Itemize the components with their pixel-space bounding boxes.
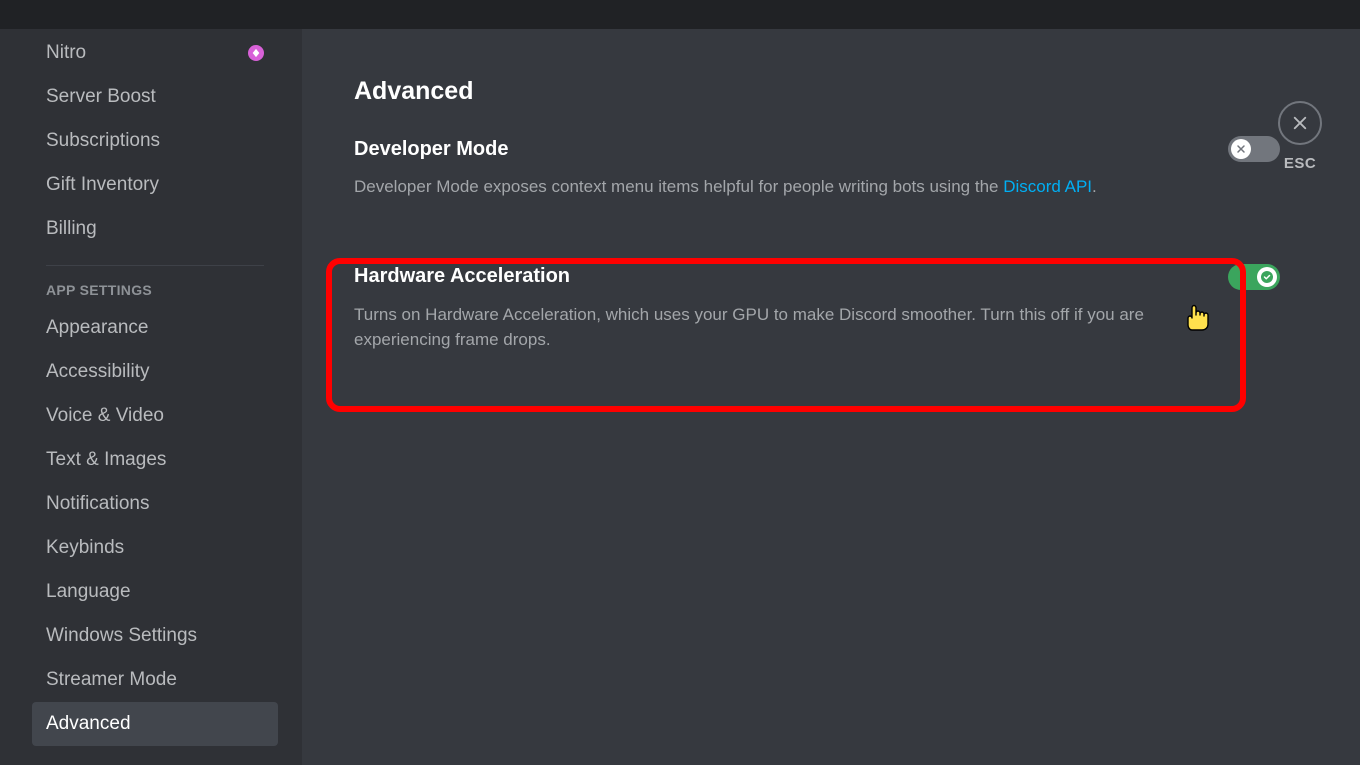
setting-developer-mode: Developer Mode Developer Mode exposes co… <box>354 136 1280 228</box>
sidebar-item-label: Voice & Video <box>46 405 164 427</box>
sidebar-item-label: Billing <box>46 218 97 240</box>
sidebar-item-nitro[interactable]: Nitro <box>32 31 278 75</box>
sidebar-item-subscriptions[interactable]: Subscriptions <box>32 119 278 163</box>
sidebar-separator <box>46 265 264 266</box>
discord-api-link[interactable]: Discord API <box>1003 177 1092 196</box>
window-titlebar <box>0 0 1360 29</box>
sidebar-item-label: Nitro <box>46 42 86 64</box>
desc-text: . <box>1092 177 1097 196</box>
sidebar-item-advanced[interactable]: Advanced <box>32 702 278 746</box>
sidebar-item-server-boost[interactable]: Server Boost <box>32 75 278 119</box>
sidebar-item-label: Advanced <box>46 713 131 735</box>
setting-description: Developer Mode exposes context menu item… <box>354 174 1154 200</box>
sidebar-item-label: Language <box>46 581 131 603</box>
sidebar-item-label: Subscriptions <box>46 130 160 152</box>
settings-sidebar: Nitro Server Boost Subscriptions Gift In… <box>0 29 302 765</box>
close-icon <box>1291 114 1309 132</box>
setting-hardware-acceleration: Hardware Acceleration Turns on Hardware … <box>354 250 1280 381</box>
sidebar-item-gift-inventory[interactable]: Gift Inventory <box>32 163 278 207</box>
sidebar-item-accessibility[interactable]: Accessibility <box>32 350 278 394</box>
sidebar-item-language[interactable]: Language <box>32 570 278 614</box>
esc-label: ESC <box>1284 155 1316 172</box>
settings-content: Advanced Developer Mode Developer Mode e… <box>302 29 1360 765</box>
sidebar-item-voice-video[interactable]: Voice & Video <box>32 394 278 438</box>
sidebar-item-label: Server Boost <box>46 86 156 108</box>
sidebar-item-label: Notifications <box>46 493 150 515</box>
sidebar-item-label: Keybinds <box>46 537 124 559</box>
sidebar-item-label: Text & Images <box>46 449 166 471</box>
sidebar-section-header: APP SETTINGS <box>32 278 278 306</box>
sidebar-item-streamer-mode[interactable]: Streamer Mode <box>32 658 278 702</box>
toggle-knob <box>1231 139 1251 159</box>
setting-description: Turns on Hardware Acceleration, which us… <box>354 302 1154 353</box>
nitro-badge-icon <box>248 45 264 61</box>
sidebar-item-label: Accessibility <box>46 361 149 383</box>
sidebar-item-billing[interactable]: Billing <box>32 207 278 251</box>
sidebar-item-notifications[interactable]: Notifications <box>32 482 278 526</box>
sidebar-item-label: Windows Settings <box>46 625 197 647</box>
setting-title: Developer Mode <box>354 138 508 161</box>
sidebar-item-keybinds[interactable]: Keybinds <box>32 526 278 570</box>
page-title: Advanced <box>354 77 1280 106</box>
sidebar-item-label: Streamer Mode <box>46 669 177 691</box>
close-settings-button[interactable] <box>1278 101 1322 145</box>
sidebar-item-label: Appearance <box>46 317 148 339</box>
setting-title: Hardware Acceleration <box>354 265 570 288</box>
hardware-acceleration-toggle[interactable] <box>1228 264 1280 290</box>
toggle-knob <box>1257 267 1277 287</box>
desc-text: Developer Mode exposes context menu item… <box>354 177 1003 196</box>
sidebar-item-label: Gift Inventory <box>46 174 159 196</box>
sidebar-item-appearance[interactable]: Appearance <box>32 306 278 350</box>
developer-mode-toggle[interactable] <box>1228 136 1280 162</box>
sidebar-item-text-images[interactable]: Text & Images <box>32 438 278 482</box>
sidebar-item-windows-settings[interactable]: Windows Settings <box>32 614 278 658</box>
